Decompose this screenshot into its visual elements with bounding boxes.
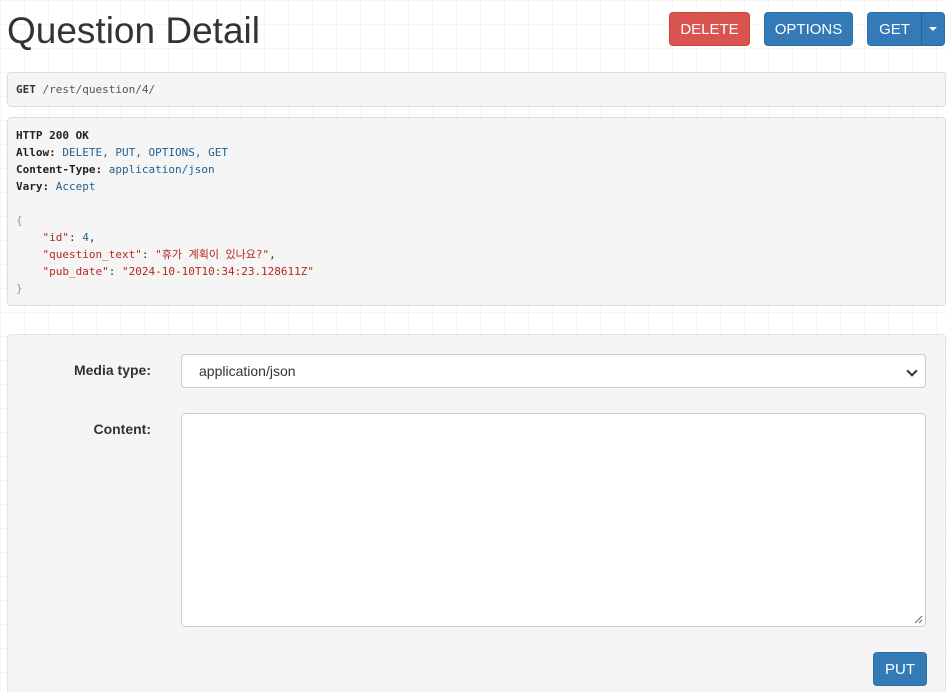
json-open-brace: { (16, 214, 23, 227)
get-button[interactable]: GET (867, 12, 922, 46)
header-allow-key: Allow: (16, 146, 56, 159)
resize-grip-icon[interactable] (913, 614, 923, 624)
json-key-pub-date: "pub_date" (42, 265, 109, 278)
header-allow-value: DELETE, PUT, OPTIONS, GET (62, 146, 228, 159)
media-type-label: Media type: (73, 362, 151, 378)
json-value-question-text: "휴가 계획이 있나요?" (155, 248, 270, 261)
request-path: /rest/question/4/ (42, 83, 156, 96)
chevron-down-icon (906, 365, 918, 377)
get-format-dropdown-button[interactable] (921, 12, 945, 46)
json-value-id: 4 (82, 231, 89, 244)
delete-button[interactable]: DELETE (669, 12, 750, 46)
json-close-brace: } (16, 282, 23, 295)
response-status: HTTP 200 OK (16, 129, 89, 142)
request-method: GET (16, 83, 36, 96)
header-content-type-key: Content-Type: (16, 163, 103, 176)
request-info: GET /rest/question/4/ (7, 72, 946, 107)
header-vary-value: Accept (55, 180, 96, 193)
options-button[interactable]: OPTIONS (764, 12, 853, 46)
json-key-question-text: "question_text" (42, 248, 142, 261)
put-button[interactable]: PUT (873, 652, 927, 686)
header-content-type-value: application/json (108, 163, 215, 176)
header-vary-key: Vary: (16, 180, 50, 193)
json-key-id: "id" (42, 231, 70, 244)
json-value-pub-date: "2024-10-10T10:34:23.128611Z" (121, 265, 315, 278)
content-label: Content: (93, 421, 151, 437)
api-browser-page: Question Detail DELETE OPTIONS GET GET /… (0, 0, 947, 692)
page-title: Question Detail (7, 10, 260, 51)
media-type-selected-value: application/json (199, 363, 296, 379)
caret-down-icon (929, 27, 937, 31)
media-type-select[interactable]: application/json (181, 354, 926, 388)
content-textarea[interactable] (181, 413, 926, 627)
response-info: HTTP 200 OK Allow: DELETE, PUT, OPTIONS,… (7, 117, 946, 306)
